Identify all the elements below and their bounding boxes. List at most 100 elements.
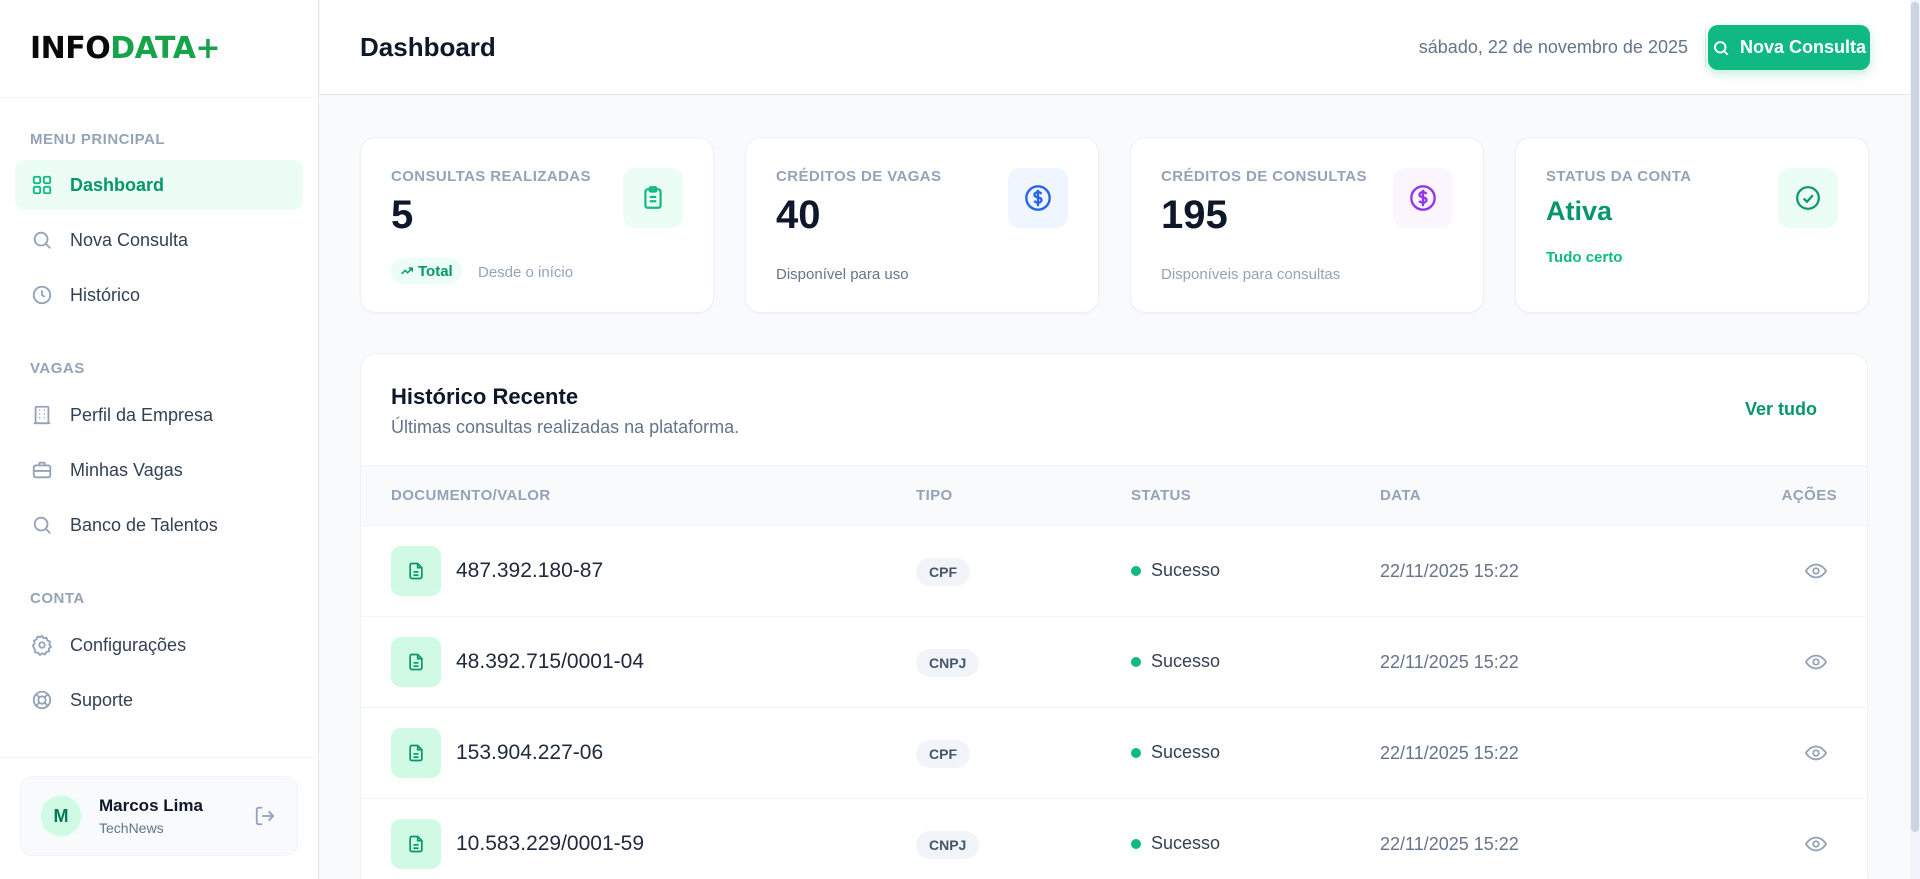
sidebar-item-label: Suporte — [70, 689, 134, 710]
gear-icon — [30, 633, 54, 657]
status-dot — [1131, 656, 1141, 667]
table-row[interactable]: 487.392.180-87 CPF Sucesso 22/11/2025 15… — [361, 526, 1867, 617]
recent-history-panel: Histórico Recente Últimas consultas real… — [360, 353, 1868, 879]
nav-heading-main: MENU PRINCIPAL — [30, 131, 166, 148]
type-badge: CPF — [916, 740, 970, 768]
sidebar-item-label: Minhas Vagas — [70, 459, 183, 480]
sidebar-item-configuracoes[interactable]: Configurações — [15, 620, 303, 670]
sidebar-item-historico[interactable]: Histórico — [15, 270, 303, 320]
top-header: Dashboard sábado, 22 de novembro de 2025… — [320, 0, 1910, 95]
trend-up-icon — [400, 264, 414, 278]
sidebar-footer: M Marcos Lima TechNews — [0, 757, 319, 879]
logo-prefix: INFO — [30, 31, 111, 66]
stat-value: 40 — [776, 193, 821, 237]
document-value: 153.904.227-06 — [456, 741, 604, 764]
type-badge: CPF — [916, 558, 970, 586]
dollar-circle-icon — [1393, 168, 1453, 228]
sidebar-item-label: Configurações — [70, 634, 187, 655]
stat-card-creditos-vagas: CRÉDITOS DE VAGAS 40 Disponível para uso — [745, 137, 1099, 313]
page-title: Dashboard — [360, 31, 496, 62]
stat-subtitle: Desde o início — [478, 264, 574, 281]
new-query-button[interactable]: Nova Consulta — [1708, 25, 1870, 70]
sidebar-item-nova-consulta[interactable]: Nova Consulta — [15, 215, 303, 265]
stat-value: 195 — [1161, 193, 1228, 237]
check-circle-icon — [1778, 168, 1838, 228]
sidebar-item-minhas-vagas[interactable]: Minhas Vagas — [15, 445, 303, 495]
stat-value: Ativa — [1546, 196, 1613, 226]
briefcase-icon — [30, 458, 54, 482]
brand-logo[interactable]: INFO DATA+ — [0, 0, 318, 98]
table-row[interactable]: 48.392.715/0001-04 CNPJ Sucesso 22/11/20… — [361, 617, 1867, 708]
stat-card-consultas: CONSULTAS REALIZADAS 5 Total Desde o iní… — [360, 137, 714, 313]
status-badge: Sucesso — [1131, 560, 1220, 581]
column-header: AÇÕES — [1781, 487, 1837, 504]
sidebar-item-banco-talentos[interactable]: Banco de Talentos — [15, 500, 303, 550]
eye-icon[interactable] — [1803, 649, 1829, 675]
table-row[interactable]: 153.904.227-06 CPF Sucesso 22/11/2025 15… — [361, 708, 1867, 799]
status-dot — [1131, 838, 1141, 849]
nav-heading-vagas: VAGAS — [30, 360, 85, 377]
avatar: M — [39, 794, 83, 838]
header-date: sábado, 22 de novembro de 2025 — [1418, 36, 1688, 57]
scrollbar-thumb[interactable] — [1911, 2, 1919, 832]
document-icon — [391, 728, 441, 778]
stat-label: CRÉDITOS DE VAGAS — [776, 168, 942, 185]
column-header: STATUS — [1131, 487, 1192, 504]
clock-icon — [30, 283, 54, 307]
logout-icon[interactable] — [251, 802, 279, 830]
status-dot — [1131, 747, 1141, 758]
panel-subtitle: Últimas consultas realizadas na platafor… — [391, 417, 740, 437]
lifebuoy-icon — [30, 688, 54, 712]
building-icon — [30, 403, 54, 427]
document-value: 48.392.715/0001-04 — [456, 650, 645, 673]
type-badge: CNPJ — [916, 649, 980, 677]
stat-label: STATUS DA CONTA — [1546, 168, 1692, 185]
document-icon — [391, 546, 441, 596]
grid-icon — [30, 173, 54, 197]
eye-icon[interactable] — [1803, 558, 1829, 584]
user-card: M Marcos Lima TechNews — [20, 776, 298, 856]
stat-card-creditos-consultas: CRÉDITOS DE CONSULTAS 195 Disponíveis pa… — [1130, 137, 1484, 313]
document-icon — [391, 637, 441, 687]
row-date: 22/11/2025 15:22 — [1380, 834, 1519, 854]
user-name: Marcos Lima — [99, 796, 203, 815]
status-dot — [1131, 565, 1141, 576]
sidebar-item-label: Dashboard — [70, 174, 165, 195]
table-row[interactable]: 10.583.229/0001-59 CNPJ Sucesso 22/11/20… — [361, 799, 1867, 879]
document-value: 487.392.180-87 — [456, 559, 604, 582]
sidebar-item-dashboard[interactable]: Dashboard — [15, 160, 303, 210]
stat-subtitle: Disponíveis para consultas — [1161, 266, 1341, 283]
dollar-circle-icon — [1008, 168, 1068, 228]
status-badge: Sucesso — [1131, 833, 1220, 854]
eye-icon[interactable] — [1803, 740, 1829, 766]
status-badge: Sucesso — [1131, 742, 1220, 763]
sidebar-item-suporte[interactable]: Suporte — [15, 675, 303, 725]
page-scrollbar[interactable] — [1910, 0, 1920, 879]
document-icon — [391, 819, 441, 869]
row-date: 22/11/2025 15:22 — [1380, 561, 1519, 581]
new-query-label: Nova Consulta — [1739, 37, 1867, 57]
document-value: 10.583.229/0001-59 — [456, 832, 645, 855]
search-icon — [30, 513, 54, 537]
eye-icon[interactable] — [1803, 831, 1829, 857]
stat-subtitle: Tudo certo — [1546, 249, 1623, 266]
sidebar-item-label: Nova Consulta — [70, 229, 189, 250]
status-badge: Sucesso — [1131, 651, 1220, 672]
search-icon — [30, 228, 54, 252]
sidebar-item-perfil-empresa[interactable]: Perfil da Empresa — [15, 390, 303, 440]
column-header: TIPO — [916, 487, 953, 504]
view-all-link[interactable]: Ver tudo — [1745, 399, 1817, 420]
sidebar-item-label: Histórico — [70, 284, 141, 305]
stat-label: CONSULTAS REALIZADAS — [391, 168, 591, 185]
table-header: DOCUMENTO/VALOR TIPO STATUS DATA AÇÕES — [361, 465, 1867, 526]
clipboard-icon — [623, 168, 683, 228]
row-date: 22/11/2025 15:22 — [1380, 652, 1519, 672]
stat-value: 5 — [391, 193, 414, 237]
stat-subtitle: Disponível para uso — [776, 266, 909, 283]
column-header: DATA — [1380, 487, 1422, 504]
user-company: TechNews — [99, 820, 164, 836]
stat-card-status-conta: STATUS DA CONTA Ativa Tudo certo — [1515, 137, 1869, 313]
logo-suffix: DATA+ — [110, 31, 221, 66]
stat-label: CRÉDITOS DE CONSULTAS — [1161, 168, 1367, 185]
header-divider — [1705, 28, 1706, 68]
